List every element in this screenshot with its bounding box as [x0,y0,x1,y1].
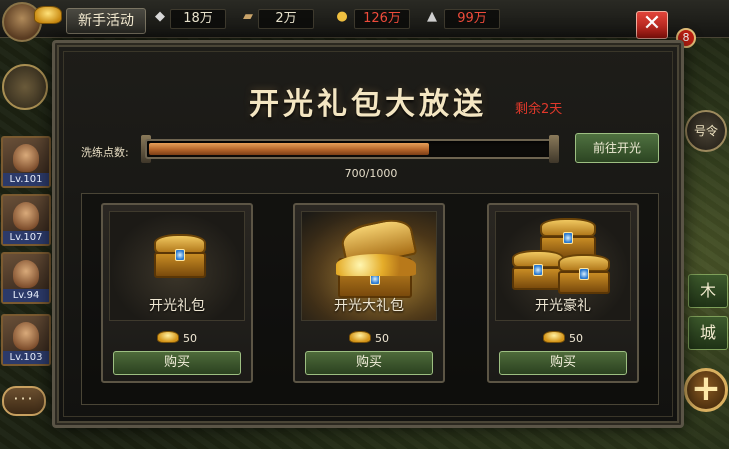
progress-fill [149,143,429,155]
pack-price: 50 [489,331,637,345]
gold-icon: ● [336,9,348,24]
hero-portrait [13,144,39,172]
ingot-icon [157,331,179,343]
ingot-icon [349,331,371,343]
chat-button[interactable]: ··· [2,386,46,416]
pack-name: 开光豪礼 [535,298,591,314]
pack-card-small: 开光礼包 50 购买 [101,203,253,383]
order-button[interactable]: 号令 [685,110,727,152]
dialog-title: 开光礼包大放送 [249,87,487,122]
hero-portrait [13,202,39,230]
goto-refine-button[interactable]: 前往开光 [575,133,659,163]
pack-price: 50 [295,331,443,345]
close-button[interactable]: ✕ [636,11,668,39]
pack-name: 开光礼包 [149,298,205,314]
buy-button[interactable]: 购买 [113,351,241,375]
buy-button[interactable]: 购买 [305,351,433,375]
chest-icon [512,250,564,290]
wood-icon: ▰ [243,9,253,24]
gift-pack-dialog: 开光礼包大放送 剩余2天 洗练点数: 700/1000 前往开光 开光礼包 50… [52,40,684,428]
buy-button[interactable]: 购买 [499,351,627,375]
pack-price: 50 [103,331,251,345]
hero-slot-2[interactable]: Lv.107 [1,194,51,246]
chest-icon [154,234,206,278]
resource-bar: 新手活动 ◆ 18万 ▰ 2万 ● 126万 ▲ 99万 [0,0,729,42]
progress-label: 洗练点数: [81,146,129,159]
city-button[interactable]: 城 [688,316,728,350]
pack-card-large: 开光大礼包 50 购买 [293,203,445,383]
soldier-icon: ▲ [427,9,437,24]
hero-portrait [13,260,39,288]
hero-level: Lv.94 [3,289,49,302]
soldier-amount: 99万 [444,9,500,29]
hero-slot-4[interactable]: Lv.103 [1,314,51,366]
hero-slot-1[interactable]: Lv.101 [1,136,51,188]
silver-icon: ◆ [155,9,165,24]
scroll-menu-icon[interactable] [2,64,48,110]
wood-amount: 2万 [258,9,314,29]
pack-name: 开光大礼包 [334,298,404,314]
hero-level: Lv.103 [3,351,49,364]
hero-slot-3[interactable]: Lv.94 [1,252,51,304]
wood-button[interactable]: 木 [688,274,728,308]
hero-level: Lv.107 [3,231,49,244]
gold-ingot-icon [34,6,62,24]
hero-level: Lv.101 [3,173,49,186]
gold-amount: 126万 [354,9,410,29]
progress-bar [145,139,553,159]
progress-text: 700/1000 [344,167,398,180]
remaining-time: 剩余2天 [515,102,563,117]
gold-coins-icon [336,254,416,276]
hero-portrait [13,322,39,350]
plus-button[interactable]: + [684,368,728,412]
silver-amount: 18万 [170,9,226,29]
newbie-event-button[interactable]: 新手活动 [66,8,146,34]
chest-icon [558,254,610,294]
pack-card-luxury: 开光豪礼 50 购买 [487,203,639,383]
ingot-icon [543,331,565,343]
progress-cap-right [549,135,559,163]
